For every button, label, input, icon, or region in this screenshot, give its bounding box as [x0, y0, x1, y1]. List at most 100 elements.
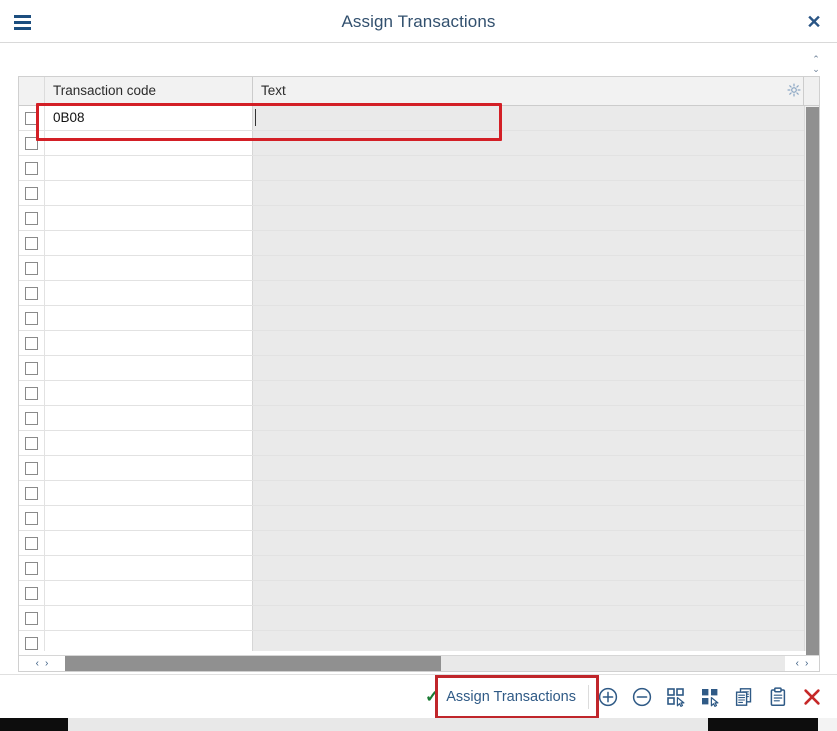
cell-transaction-code[interactable]: [45, 331, 253, 355]
row-checkbox[interactable]: [25, 636, 38, 650]
row-checkbox[interactable]: [25, 536, 38, 550]
cell-text[interactable]: [253, 156, 819, 180]
column-header-transaction-code[interactable]: Transaction code: [45, 77, 253, 105]
cell-transaction-code[interactable]: [45, 306, 253, 330]
row-checkbox[interactable]: [25, 136, 38, 150]
cell-text[interactable]: [253, 206, 819, 230]
row-select-cell[interactable]: [19, 481, 45, 505]
row-select-cell[interactable]: [19, 556, 45, 580]
table-row[interactable]: [19, 381, 819, 406]
row-checkbox[interactable]: [25, 186, 38, 200]
cell-text[interactable]: [253, 181, 819, 205]
cell-text[interactable]: [253, 306, 819, 330]
horizontal-scrollbar-thumb[interactable]: [65, 656, 441, 671]
cell-transaction-code[interactable]: [45, 131, 253, 155]
row-select-cell[interactable]: [19, 206, 45, 230]
row-checkbox[interactable]: [25, 311, 38, 325]
cell-text[interactable]: [253, 556, 819, 580]
cell-transaction-code[interactable]: [45, 256, 253, 280]
cell-transaction-code[interactable]: [45, 156, 253, 180]
chevron-left-icon[interactable]: ‹: [796, 658, 799, 669]
cell-transaction-code[interactable]: [45, 581, 253, 605]
deselect-all-button[interactable]: [693, 680, 727, 714]
row-checkbox[interactable]: [25, 586, 38, 600]
chevron-right-icon[interactable]: ›: [45, 658, 48, 669]
table-row[interactable]: [19, 131, 819, 156]
cell-text[interactable]: [253, 531, 819, 555]
table-row[interactable]: [19, 506, 819, 531]
cell-transaction-code[interactable]: [45, 531, 253, 555]
chevron-up-icon[interactable]: ⌃: [812, 54, 820, 64]
hscroll-left-arrows[interactable]: ‹ ›: [19, 656, 65, 671]
table-row[interactable]: [19, 206, 819, 231]
row-select-cell[interactable]: [19, 581, 45, 605]
cell-transaction-code[interactable]: [45, 281, 253, 305]
row-select-cell[interactable]: [19, 506, 45, 530]
row-checkbox[interactable]: [25, 411, 38, 425]
cell-text[interactable]: [253, 481, 819, 505]
cell-text[interactable]: [253, 506, 819, 530]
cell-transaction-code[interactable]: [45, 406, 253, 430]
grid-settings-icon[interactable]: [787, 83, 801, 97]
chevron-left-icon[interactable]: ‹: [36, 658, 39, 669]
cell-transaction-code[interactable]: [45, 606, 253, 630]
row-checkbox[interactable]: [25, 236, 38, 250]
table-row[interactable]: [19, 281, 819, 306]
cell-transaction-code[interactable]: [45, 356, 253, 380]
cell-transaction-code[interactable]: [45, 206, 253, 230]
table-row[interactable]: [19, 406, 819, 431]
select-all-button[interactable]: [659, 680, 693, 714]
cell-transaction-code[interactable]: 0B08: [45, 106, 253, 130]
table-row[interactable]: [19, 606, 819, 631]
row-checkbox[interactable]: [25, 511, 38, 525]
close-button[interactable]: [795, 680, 829, 714]
cell-transaction-code[interactable]: [45, 431, 253, 455]
row-select-cell[interactable]: [19, 606, 45, 630]
cell-transaction-code[interactable]: [45, 181, 253, 205]
row-checkbox[interactable]: [25, 261, 38, 275]
cell-transaction-code[interactable]: [45, 631, 253, 651]
cell-text[interactable]: [253, 331, 819, 355]
row-select-cell[interactable]: [19, 381, 45, 405]
row-select-cell[interactable]: [19, 306, 45, 330]
cell-text[interactable]: [253, 381, 819, 405]
table-row[interactable]: [19, 306, 819, 331]
cell-text[interactable]: [253, 131, 819, 155]
cell-text[interactable]: [253, 581, 819, 605]
row-checkbox[interactable]: [25, 486, 38, 500]
table-row[interactable]: [19, 331, 819, 356]
add-row-button[interactable]: [591, 680, 625, 714]
delete-row-button[interactable]: [625, 680, 659, 714]
row-select-cell[interactable]: [19, 231, 45, 255]
row-checkbox[interactable]: [25, 386, 38, 400]
row-select-cell[interactable]: [19, 156, 45, 180]
row-select-cell[interactable]: [19, 106, 45, 130]
cell-transaction-code[interactable]: [45, 506, 253, 530]
table-row[interactable]: [19, 231, 819, 256]
paste-button[interactable]: [761, 680, 795, 714]
row-select-cell[interactable]: [19, 531, 45, 555]
cell-text[interactable]: [253, 106, 819, 130]
table-row[interactable]: [19, 531, 819, 556]
vertical-scrollbar[interactable]: [804, 106, 819, 665]
table-row[interactable]: [19, 256, 819, 281]
row-checkbox[interactable]: [25, 161, 38, 175]
row-checkbox[interactable]: [25, 611, 38, 625]
close-icon[interactable]: ✕: [801, 9, 827, 35]
cell-transaction-code[interactable]: [45, 556, 253, 580]
row-checkbox[interactable]: [25, 336, 38, 350]
chevron-down-icon[interactable]: ⌄: [812, 64, 820, 74]
cell-text[interactable]: [253, 256, 819, 280]
horizontal-scrollbar-track[interactable]: [65, 656, 785, 671]
cell-text[interactable]: [253, 281, 819, 305]
cell-text[interactable]: [253, 431, 819, 455]
copy-button[interactable]: [727, 680, 761, 714]
assign-transactions-button[interactable]: ✓ Assign Transactions: [417, 684, 586, 709]
row-select-cell[interactable]: [19, 281, 45, 305]
chevron-right-icon[interactable]: ›: [805, 658, 808, 669]
horizontal-scrollbar[interactable]: ‹ › ‹ ›: [19, 655, 819, 671]
cell-transaction-code[interactable]: [45, 456, 253, 480]
row-select-cell[interactable]: [19, 181, 45, 205]
row-select-cell[interactable]: [19, 331, 45, 355]
cell-text[interactable]: [253, 606, 819, 630]
